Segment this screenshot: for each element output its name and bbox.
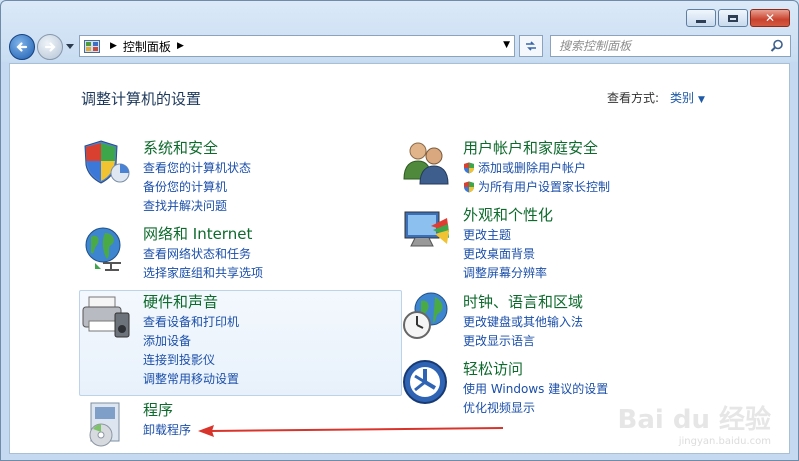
refresh-icon: [526, 41, 536, 51]
address-bar[interactable]: ▶ 控制面板 ▶ ▼: [79, 35, 515, 57]
link-mobility-settings[interactable]: 调整常用移动设置: [143, 370, 239, 389]
recent-pages-dropdown[interactable]: [65, 44, 75, 50]
link-view-network-status[interactable]: 查看网络状态和任务: [143, 245, 263, 264]
category-title[interactable]: 硬件和声音: [143, 291, 218, 312]
back-arrow-icon: [16, 42, 28, 52]
users-icon: [403, 142, 449, 185]
breadcrumb-control-panel[interactable]: 控制面板: [123, 38, 171, 55]
link-change-keyboard-input[interactable]: 更改键盘或其他输入法: [463, 313, 583, 332]
link-label: 为所有用户设置家长控制: [478, 180, 611, 194]
navigation-buttons: [9, 34, 75, 60]
link-label: 添加或删除用户帐户: [478, 161, 587, 175]
maximize-button[interactable]: [718, 9, 748, 27]
page-title: 调整计算机的设置: [81, 90, 202, 108]
close-button[interactable]: ✕: [750, 9, 790, 27]
view-by-dropdown[interactable]: 类别 ▼: [670, 89, 705, 106]
link-connect-projector[interactable]: 连接到投影仪: [143, 351, 239, 370]
caption-buttons: ✕: [686, 9, 790, 27]
link-optimize-visual-display[interactable]: 优化视频显示: [463, 399, 608, 418]
maximize-icon: [728, 14, 738, 22]
close-icon: ✕: [764, 11, 776, 25]
category-title[interactable]: 系统和安全: [143, 137, 218, 158]
forward-button[interactable]: [37, 34, 63, 60]
control-panel-icon: [84, 39, 100, 53]
annotation-arrow-icon: [198, 425, 504, 437]
view-by-value: 类别: [670, 91, 695, 105]
ease-of-access-icon: [403, 360, 447, 404]
chevron-down-icon: ▼: [698, 95, 705, 105]
link-homegroup-sharing[interactable]: 选择家庭组和共享选项: [143, 264, 263, 283]
category-title[interactable]: 外观和个性化: [463, 204, 553, 225]
search-icon[interactable]: [770, 39, 784, 53]
search-input[interactable]: [557, 38, 771, 54]
clock-globe-icon: [403, 292, 448, 339]
baidu-watermark: Bai du 经验 jingyan.baidu.com: [618, 399, 772, 447]
back-button[interactable]: [9, 34, 35, 60]
minimize-button[interactable]: [686, 9, 716, 27]
category-title[interactable]: 程序: [143, 399, 173, 420]
view-by-label: 查看方式:: [607, 91, 660, 105]
uac-shield-icon: [464, 181, 474, 193]
link-troubleshoot[interactable]: 查找并解决问题: [143, 197, 251, 216]
link-parental-controls[interactable]: 为所有用户设置家长控制: [463, 178, 610, 197]
appearance-monitor-icon: [404, 211, 449, 247]
watermark-brand: Bai du 经验: [617, 405, 772, 435]
category-title[interactable]: 网络和 Internet: [143, 223, 252, 244]
refresh-button[interactable]: [519, 35, 543, 57]
link-add-remove-accounts[interactable]: 添加或删除用户帐户: [463, 159, 610, 178]
globe-network-icon: [85, 227, 121, 271]
link-screen-resolution[interactable]: 调整屏幕分辨率: [463, 264, 547, 283]
link-windows-recommended-settings[interactable]: 使用 Windows 建议的设置: [463, 380, 608, 399]
link-change-theme[interactable]: 更改主题: [463, 226, 547, 245]
shield-icon: [84, 140, 130, 184]
programs-icon: [89, 402, 120, 447]
forward-arrow-icon: [44, 42, 56, 52]
link-change-display-language[interactable]: 更改显示语言: [463, 332, 583, 351]
address-dropdown-icon[interactable]: ▼: [503, 40, 510, 50]
breadcrumb-separator-icon[interactable]: ▶: [177, 41, 184, 51]
printer-icon: [82, 296, 130, 338]
minimize-icon: [696, 19, 706, 23]
category-title[interactable]: 时钟、语言和区域: [463, 291, 583, 312]
category-title[interactable]: 轻松访问: [463, 358, 523, 379]
link-backup-computer[interactable]: 备份您的计算机: [143, 178, 251, 197]
uac-shield-icon: [464, 162, 474, 174]
watermark-url: jingyan.baidu.com: [678, 436, 771, 447]
category-title[interactable]: 用户帐户和家庭安全: [463, 137, 598, 158]
link-uninstall-program[interactable]: 卸载程序: [143, 421, 191, 440]
breadcrumb-separator-icon[interactable]: ▶: [110, 41, 117, 51]
content-pane: 调整计算机的设置 查看方式: 类别 ▼ 系统和安全 查看您的计算机状态 备份您的计…: [9, 63, 790, 454]
link-view-computer-status[interactable]: 查看您的计算机状态: [143, 159, 251, 178]
chevron-down-icon: [66, 44, 74, 49]
link-add-device[interactable]: 添加设备: [143, 332, 239, 351]
link-change-desktop-background[interactable]: 更改桌面背景: [463, 245, 547, 264]
link-devices-printers[interactable]: 查看设备和打印机: [143, 313, 239, 332]
control-panel-window: ✕ ▶ 控制面板 ▶ ▼ 调整计算机的设置: [0, 0, 799, 461]
search-box: [550, 35, 791, 57]
